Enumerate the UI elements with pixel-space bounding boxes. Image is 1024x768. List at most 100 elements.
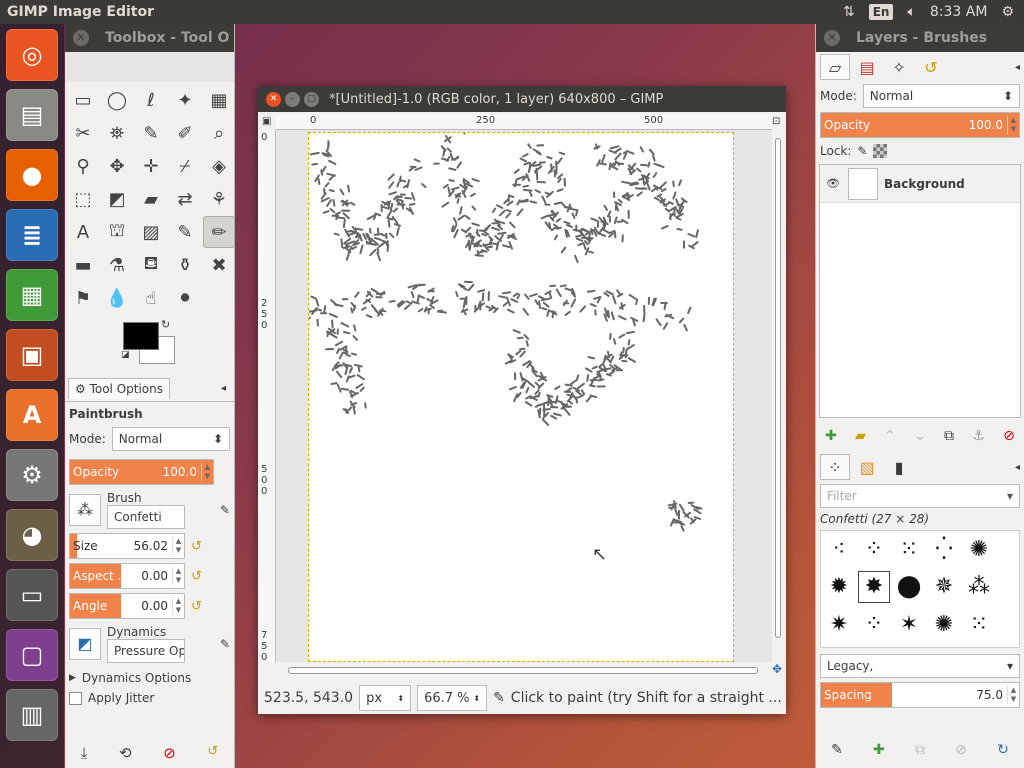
tool-10-icon[interactable]: ⚲ bbox=[67, 150, 99, 182]
tool-5-icon[interactable]: ✂ bbox=[67, 117, 99, 149]
tool-6-icon[interactable]: ⛯ bbox=[101, 117, 133, 149]
vertical-ruler[interactable]: 0 250 500 750 bbox=[258, 130, 276, 663]
brush-cell[interactable]: ⁘ bbox=[858, 533, 890, 565]
network-icon[interactable]: ⇅ bbox=[843, 4, 855, 20]
image-canvas[interactable] bbox=[294, 130, 734, 662]
tab-undo[interactable]: ↺ bbox=[916, 54, 946, 80]
tool-19-icon[interactable]: ⚘ bbox=[203, 183, 235, 215]
tab-layers[interactable]: ▱ bbox=[820, 54, 850, 80]
brush-cell[interactable]: ⬤ bbox=[893, 571, 925, 603]
horizontal-ruler[interactable]: 0 250 500 bbox=[276, 114, 772, 130]
duplicate-brush-icon[interactable]: ⧉ bbox=[915, 742, 925, 758]
size-spin[interactable]: ▲ ▼ bbox=[172, 537, 184, 555]
raise-layer-icon[interactable]: ⌃ bbox=[884, 428, 896, 444]
tool-13-icon[interactable]: ⌿ bbox=[169, 150, 201, 182]
layer-row[interactable]: 👁︎ Background bbox=[820, 165, 1020, 203]
new-layer-group-icon[interactable]: ▰ bbox=[855, 428, 866, 444]
brush-cell[interactable]: ⁘ bbox=[858, 608, 890, 640]
tool-28-icon[interactable]: ⚱ bbox=[169, 249, 201, 281]
tab-tool-options[interactable]: ⚙ Tool Options bbox=[68, 378, 171, 399]
duplicate-layer-icon[interactable]: ⧉ bbox=[944, 428, 954, 444]
brush-cell[interactable]: ✸ bbox=[858, 570, 890, 603]
power-gear-icon[interactable]: ⚙ bbox=[1001, 4, 1014, 20]
zoom-fit-icon[interactable]: ⊡ bbox=[772, 116, 780, 127]
brush-cell[interactable]: ✺ bbox=[928, 608, 960, 640]
tab-paths[interactable]: ✧ bbox=[884, 54, 914, 80]
launcher-save-icon[interactable]: ▭ bbox=[6, 569, 58, 621]
vertical-scroll-thumb[interactable] bbox=[775, 138, 781, 638]
eye-icon[interactable]: 👁︎ bbox=[826, 177, 840, 190]
unit-selector[interactable]: px ⬍ bbox=[359, 685, 412, 711]
edit-brush-icon[interactable]: ✎ bbox=[831, 742, 843, 758]
brush-cell[interactable]: ⁙ bbox=[963, 608, 995, 640]
clock[interactable]: 8:33 AM bbox=[930, 4, 988, 20]
tool-33-icon[interactable]: ⚫ bbox=[169, 282, 201, 314]
tool-16-icon[interactable]: ◩ bbox=[101, 183, 133, 215]
launcher-workspace-icon[interactable]: ▢ bbox=[6, 629, 58, 681]
refresh-brushes-icon[interactable]: ↻ bbox=[997, 742, 1009, 758]
vertical-scrollbar[interactable] bbox=[772, 130, 784, 662]
maximize-window-icon[interactable]: ▢ bbox=[304, 91, 319, 107]
apply-jitter-checkbox[interactable] bbox=[69, 691, 82, 705]
brush-cell[interactable]: ✷ bbox=[823, 608, 855, 640]
angle-spin[interactable]: ▲ ▼ bbox=[172, 597, 184, 615]
launcher-impress-icon[interactable]: ▣ bbox=[6, 329, 58, 381]
opacity-slider[interactable]: Opacity 100.0 ▲ ▼ bbox=[69, 459, 214, 485]
tool-0-icon[interactable]: ▭ bbox=[67, 84, 99, 116]
brush-cell[interactable]: ⁂ bbox=[963, 571, 995, 603]
lower-layer-icon[interactable]: ⌄ bbox=[914, 428, 926, 444]
lock-alpha-icon[interactable] bbox=[873, 144, 888, 158]
tab-menu-icon[interactable]: ◂ bbox=[221, 383, 226, 394]
keyboard-layout-indicator[interactable]: En bbox=[868, 4, 894, 20]
layer-mode-combo[interactable]: Normal ⬍ bbox=[862, 84, 1020, 108]
reset-angle-icon[interactable]: ↺ bbox=[191, 599, 202, 614]
spacing-spin[interactable]: ▲ ▼ bbox=[1007, 686, 1019, 704]
reset-aspect-icon[interactable]: ↺ bbox=[191, 569, 202, 584]
canvas-area[interactable]: ↖ bbox=[276, 130, 772, 662]
horizontal-scroll-thumb[interactable] bbox=[288, 667, 758, 674]
minimize-window-icon[interactable]: – bbox=[285, 91, 300, 107]
reset-size-icon[interactable]: ↺ bbox=[191, 539, 202, 554]
lock-pixels-icon[interactable]: ✎ bbox=[857, 144, 867, 158]
brush-cell[interactable]: ✶ bbox=[893, 608, 925, 640]
tab-gradients[interactable]: ▮ bbox=[884, 454, 914, 480]
delete-layer-icon[interactable]: ⊘ bbox=[1003, 428, 1015, 444]
brush-cell[interactable]: ✵ bbox=[928, 571, 960, 603]
tool-4-icon[interactable]: ▦ bbox=[203, 84, 235, 116]
brush-cell[interactable]: ✹ bbox=[823, 571, 855, 603]
tool-7-icon[interactable]: ✎ bbox=[135, 117, 167, 149]
tool-25-icon[interactable]: ▬ bbox=[67, 249, 99, 281]
tool-27-icon[interactable]: ⛾ bbox=[135, 249, 167, 281]
brush-set-combo[interactable]: Legacy, ▾ bbox=[820, 654, 1020, 678]
tool-3-icon[interactable]: ✦ bbox=[169, 84, 201, 116]
aspect-slider[interactable]: Aspect ... 0.00 ▲ ▼ bbox=[69, 563, 185, 589]
tool-22-icon[interactable]: ▨ bbox=[135, 216, 167, 248]
launcher-trash-icon[interactable]: ▥ bbox=[6, 689, 58, 741]
tool-11-icon[interactable]: ✥ bbox=[101, 150, 133, 182]
layer-opacity-spin[interactable]: ▲ ▼ bbox=[1007, 116, 1019, 134]
zoom-selector[interactable]: 66.7 % ⬍ bbox=[417, 685, 488, 711]
close-icon[interactable]: ✕ bbox=[824, 30, 840, 46]
spacing-slider[interactable]: Spacing 75.0 ▲ ▼ bbox=[820, 682, 1020, 708]
brush-cell[interactable]: ⁙ bbox=[893, 533, 925, 565]
tab-brushes[interactable]: ⁘ bbox=[820, 454, 850, 480]
aspect-spin[interactable]: ▲ ▼ bbox=[172, 567, 184, 585]
dynamics-options-expander[interactable]: ▶ Dynamics Options bbox=[65, 665, 234, 687]
brush-filter-input[interactable]: Filter ▾ bbox=[820, 484, 1020, 508]
close-icon[interactable]: ✕ bbox=[73, 30, 89, 46]
save-options-icon[interactable]: ⤓ bbox=[81, 744, 88, 762]
tool-30-icon[interactable]: ⚑ bbox=[67, 282, 99, 314]
launcher-software-icon[interactable]: A bbox=[6, 389, 58, 441]
tool-29-icon[interactable]: ✖ bbox=[203, 249, 235, 281]
dynamics-preview-icon[interactable]: ◩ bbox=[69, 628, 101, 660]
angle-slider[interactable]: Angle 0.00 ▲ ▼ bbox=[69, 593, 185, 619]
anchor-layer-icon[interactable]: ⚓ bbox=[972, 428, 985, 444]
tool-9-icon[interactable]: ⌕ bbox=[203, 117, 235, 149]
tool-21-icon[interactable]: ⛫ bbox=[101, 216, 133, 248]
volume-icon[interactable]: 🔈︎ bbox=[907, 4, 915, 20]
dynamics-selector[interactable]: Pressure Opa bbox=[107, 639, 185, 663]
launcher-gimp-icon[interactable]: ◕ bbox=[6, 509, 58, 561]
brush-cell[interactable]: ⁛ bbox=[928, 533, 960, 565]
navigate-icon[interactable]: ✥ bbox=[772, 662, 782, 676]
launcher-files-icon[interactable]: ▤ bbox=[6, 89, 58, 141]
